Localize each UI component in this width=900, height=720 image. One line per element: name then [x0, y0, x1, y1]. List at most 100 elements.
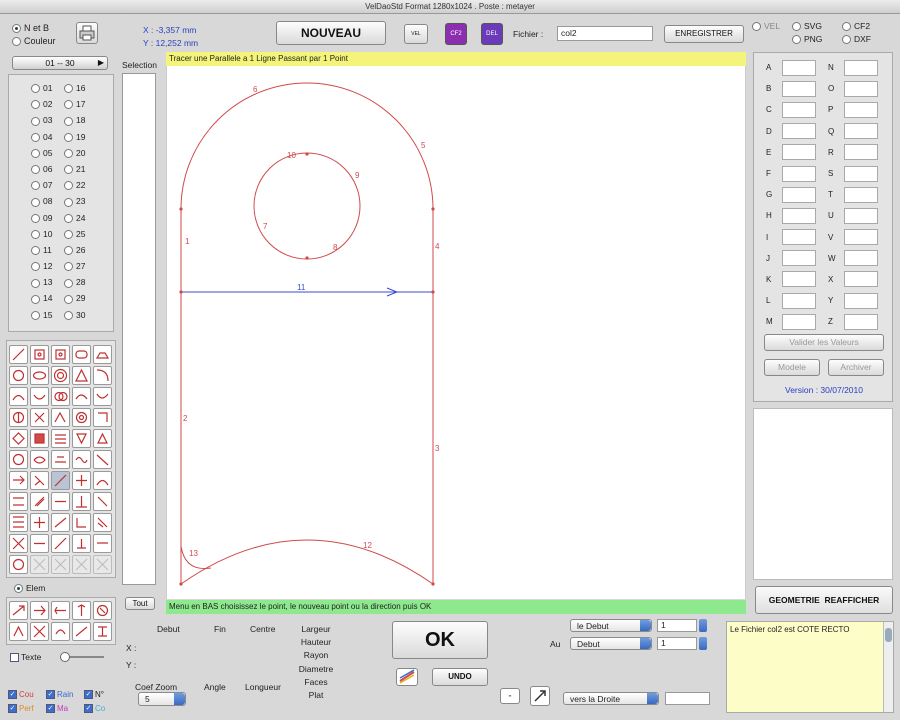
elem-tool-2[interactable]	[30, 601, 49, 620]
drawing-tool-23[interactable]	[51, 429, 70, 448]
point-radio-19[interactable]: 19	[64, 132, 97, 145]
drawing-tool-11[interactable]	[9, 387, 28, 406]
point-radio-28[interactable]: 28	[64, 277, 97, 290]
drawing-tool-27[interactable]	[30, 450, 49, 469]
geometrie-reafficher-button[interactable]: GEOMETRIE REAFFICHER	[755, 586, 893, 614]
vertex-point[interactable]	[431, 290, 435, 294]
vel-export-button[interactable]: VEL	[404, 24, 428, 44]
point-radio-10[interactable]: 10	[31, 229, 64, 242]
layer-checkbox-5[interactable]: ✓ Ma	[46, 702, 84, 716]
tout-button[interactable]: Tout	[125, 597, 155, 610]
variable-input[interactable]	[782, 144, 816, 161]
vertex-point[interactable]	[431, 207, 435, 211]
drawing-tool-12[interactable]	[30, 387, 49, 406]
point-radio-27[interactable]: 27	[64, 261, 97, 274]
slider-knob[interactable]	[60, 652, 70, 662]
elem-radio[interactable]: Elem	[14, 583, 45, 594]
drawing-tool-51[interactable]	[9, 555, 28, 574]
vertex-point[interactable]	[179, 582, 183, 586]
point-radio-08[interactable]: 08	[31, 196, 64, 209]
variable-input[interactable]	[844, 59, 878, 76]
color-pen-button[interactable]	[396, 668, 418, 686]
elem-tool-4[interactable]	[72, 601, 91, 620]
range-selector[interactable]: 01 -- 30 ▶	[12, 56, 108, 70]
drawing-tool-48[interactable]	[51, 534, 70, 553]
drawing-tool-29[interactable]	[72, 450, 91, 469]
variable-input[interactable]	[782, 313, 816, 330]
point-radio-15[interactable]: 15	[31, 310, 64, 323]
variable-input[interactable]	[782, 229, 816, 246]
vertex-point[interactable]	[305, 152, 309, 156]
point-radio-06[interactable]: 06	[31, 164, 64, 177]
point-radio-24[interactable]: 24	[64, 213, 97, 226]
variable-input[interactable]	[782, 271, 816, 288]
elem-tool-9[interactable]	[72, 622, 91, 641]
point-radio-22[interactable]: 22	[64, 180, 97, 193]
file-name-input[interactable]: col2	[557, 26, 653, 41]
point-radio-20[interactable]: 20	[64, 148, 97, 161]
variable-input[interactable]	[782, 292, 816, 309]
texte-checkbox[interactable]: Texte	[10, 652, 41, 663]
point-radio-17[interactable]: 17	[64, 99, 97, 112]
variable-input[interactable]	[844, 229, 878, 246]
drawing-tool-19[interactable]	[72, 408, 91, 427]
format-cf2[interactable]: CF2	[842, 21, 870, 32]
drawing-tool-32[interactable]	[30, 471, 49, 490]
vertex-point[interactable]	[179, 290, 183, 294]
log-scrollbar[interactable]	[883, 622, 893, 712]
undo-button[interactable]: UNDO	[432, 668, 488, 686]
vertex-point[interactable]	[305, 256, 309, 260]
point-number-2[interactable]: 1	[657, 637, 697, 650]
drawing-tool-37[interactable]	[30, 492, 49, 511]
drawing-tool-4[interactable]	[72, 345, 91, 364]
archiver-button[interactable]: Archiver	[828, 359, 884, 376]
drawing-tool-2[interactable]	[30, 345, 49, 364]
drawing-tool-5[interactable]	[93, 345, 112, 364]
point-radio-13[interactable]: 13	[31, 277, 64, 290]
modele-button[interactable]: Modele	[764, 359, 820, 376]
drawing-tool-20[interactable]	[93, 408, 112, 427]
drawing-tool-43[interactable]	[51, 513, 70, 532]
cf2-folder-button[interactable]: CF2	[445, 23, 467, 45]
color-mode-couleur[interactable]: Couleur	[12, 35, 56, 48]
drawing-tool-34[interactable]	[72, 471, 91, 490]
log-area[interactable]: Le Fichier col2 est COTE RECTO	[726, 621, 894, 713]
vertex-point[interactable]	[431, 582, 435, 586]
direction-value-input[interactable]	[665, 692, 710, 705]
save-button[interactable]: ENREGISTRER	[664, 25, 744, 43]
variable-input[interactable]	[782, 207, 816, 224]
point-radio-23[interactable]: 23	[64, 196, 97, 209]
layer-checkbox-6[interactable]: ✓ Co	[84, 702, 122, 716]
elem-tool-3[interactable]	[51, 601, 70, 620]
drawing-tool-47[interactable]	[30, 534, 49, 553]
variable-input[interactable]	[782, 80, 816, 97]
drawing-tool-41[interactable]	[9, 513, 28, 532]
variable-input[interactable]	[782, 186, 816, 203]
drawing-tool-31[interactable]	[9, 471, 28, 490]
drawing-tool-13[interactable]	[51, 387, 70, 406]
point-radio-26[interactable]: 26	[64, 245, 97, 258]
point-radio-03[interactable]: 03	[31, 115, 64, 128]
drawing-tool-49[interactable]	[72, 534, 91, 553]
point-select-2[interactable]: Debut	[570, 637, 652, 650]
texte-slider[interactable]	[60, 652, 104, 662]
elem-tool-8[interactable]	[51, 622, 70, 641]
direction-select[interactable]: vers la Droite	[563, 692, 659, 705]
variable-input[interactable]	[782, 59, 816, 76]
layer-checkbox-3[interactable]: ✓ N°	[84, 688, 122, 702]
small-tool-button[interactable]: ▪▪	[500, 688, 520, 704]
point-radio-30[interactable]: 30	[64, 310, 97, 323]
format-vel[interactable]: VEL	[752, 21, 780, 32]
drawing-tool-55[interactable]	[93, 555, 112, 574]
drawing-tool-22[interactable]	[30, 429, 49, 448]
drawing-tool-8[interactable]	[51, 366, 70, 385]
drawing-tool-17[interactable]	[30, 408, 49, 427]
del-folder-button[interactable]: DEL	[481, 23, 503, 45]
drawing-tool-35[interactable]	[93, 471, 112, 490]
variable-input[interactable]	[844, 80, 878, 97]
variable-input[interactable]	[844, 101, 878, 118]
point-radio-02[interactable]: 02	[31, 99, 64, 112]
elem-tool-5[interactable]	[93, 601, 112, 620]
variable-input[interactable]	[844, 313, 878, 330]
drawing-tool-39[interactable]	[72, 492, 91, 511]
